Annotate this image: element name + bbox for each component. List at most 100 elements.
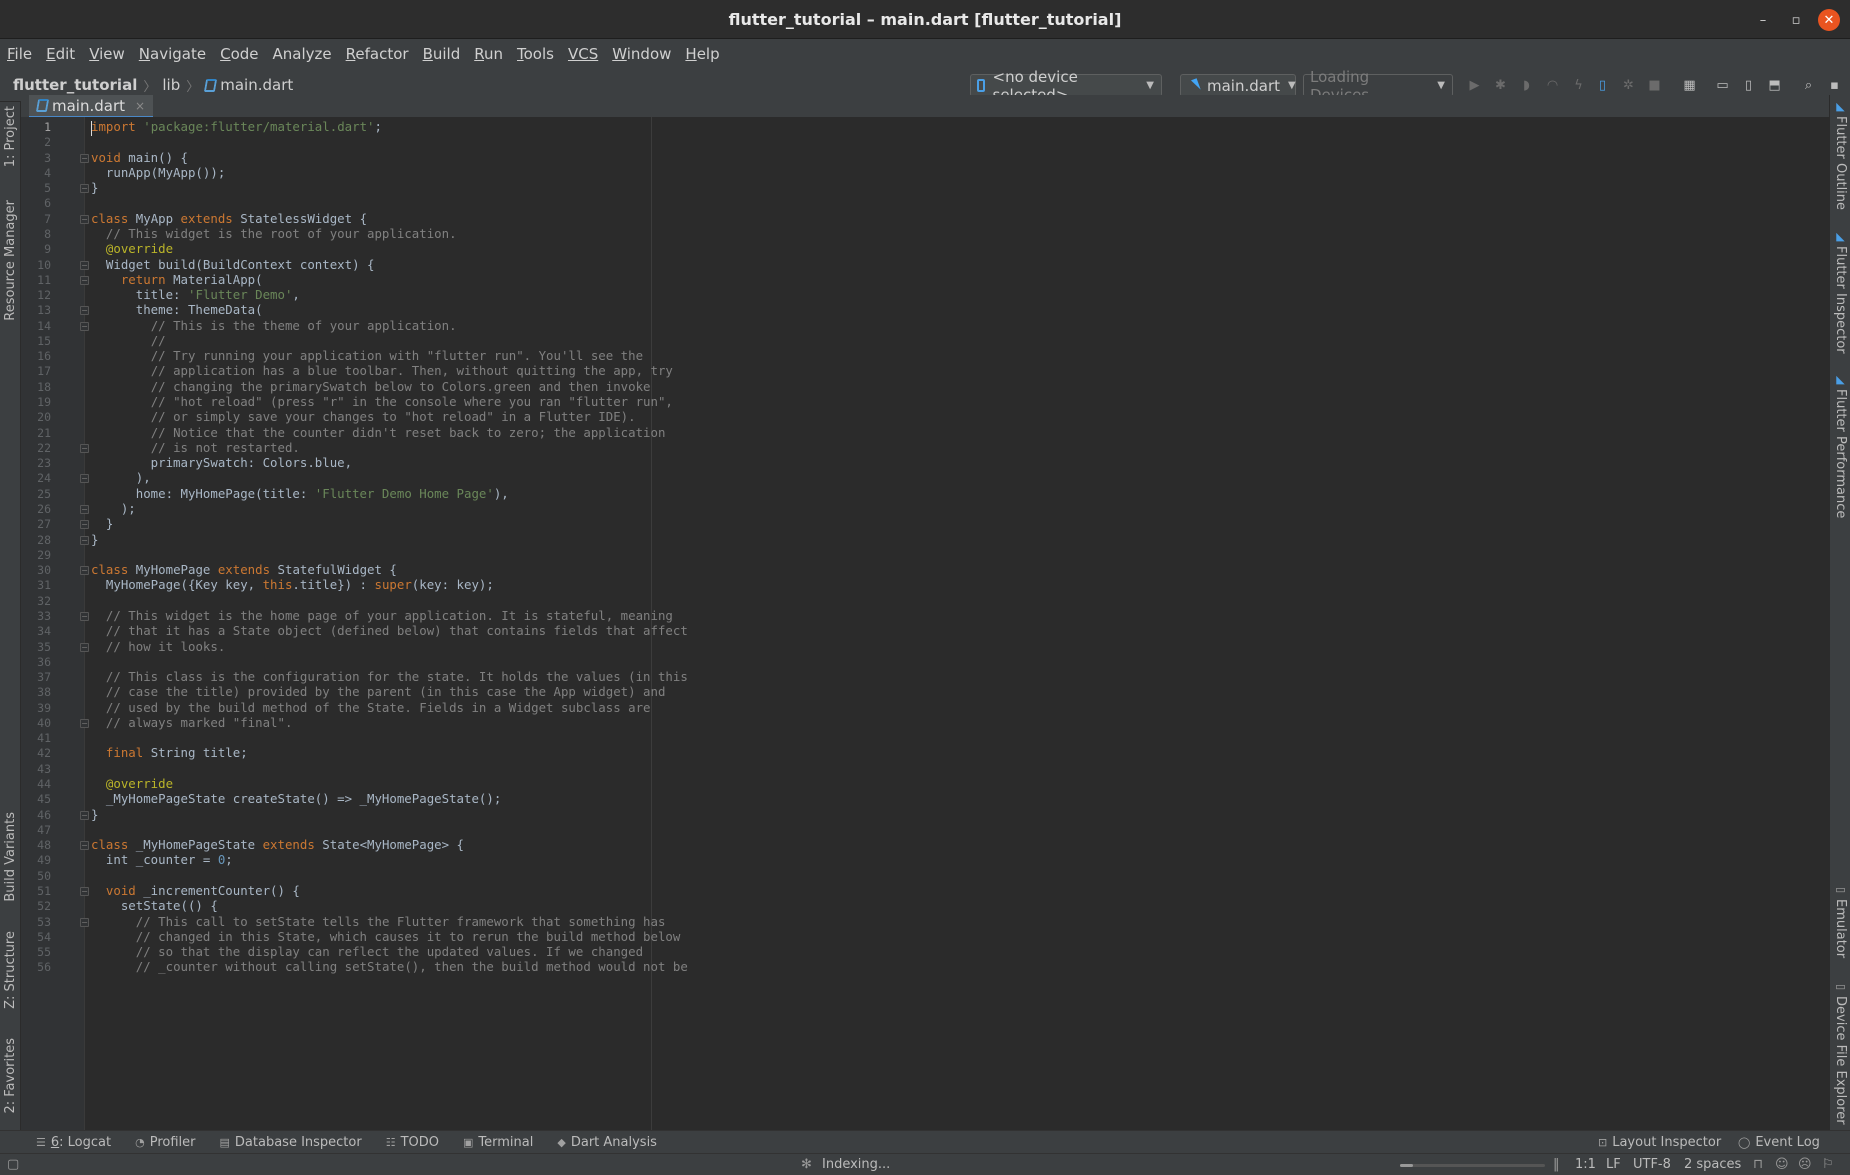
menu-analyze[interactable]: Analyze xyxy=(272,43,333,65)
tool-emulator[interactable]: ▭ Emulator xyxy=(1830,883,1850,958)
code-line[interactable]: } xyxy=(91,532,98,547)
fold-marker-icon[interactable]: − xyxy=(80,917,89,927)
tab-main-dart[interactable]: main.dart × xyxy=(29,95,154,119)
layout-icon[interactable]: ▪ xyxy=(1826,77,1843,94)
tool-databaseinspector[interactable]: ▤ Database Inspector xyxy=(220,1135,362,1150)
breadcrumb-file[interactable]: main.dart xyxy=(204,76,293,94)
code-line[interactable]: } xyxy=(91,180,98,195)
fold-marker-icon[interactable]: − xyxy=(80,810,89,820)
code-line[interactable]: class MyApp extends StatelessWidget { xyxy=(91,211,367,226)
breadcrumb-project[interactable]: flutter_tutorial xyxy=(13,76,137,94)
pause-icon[interactable]: ‖ xyxy=(1553,1157,1560,1172)
device-selector[interactable]: <no device selected> ▼ xyxy=(970,68,1162,104)
code-line[interactable]: import 'package:flutter/material.dart'; xyxy=(91,119,382,134)
fold-marker-icon[interactable]: − xyxy=(80,535,89,545)
code-line[interactable]: ); xyxy=(91,501,136,516)
tool-layout-inspector[interactable]: ⊡ Layout Inspector xyxy=(1598,1135,1721,1150)
avd-manager-icon[interactable]: ▯ xyxy=(1740,77,1757,94)
tool-device-file-explorer[interactable]: ▭ Device File Explorer xyxy=(1830,980,1850,1125)
line-separator[interactable]: LF xyxy=(1606,1157,1621,1172)
menu-refactor[interactable]: Refactor xyxy=(345,43,410,65)
tool-favorites[interactable]: 2: Favorites xyxy=(0,1026,21,1126)
tool-project[interactable]: 1: Project xyxy=(0,102,21,172)
code-line[interactable]: // that it has a State object (defined b… xyxy=(91,623,688,638)
frown-icon[interactable]: ☹ xyxy=(1798,1157,1812,1172)
code-line[interactable]: // or simply save your changes to "hot r… xyxy=(91,409,636,424)
caret-position[interactable]: 1:1 xyxy=(1575,1157,1596,1172)
code-line[interactable]: // This widget is the home page of your … xyxy=(91,608,673,623)
code-line[interactable]: Widget build(BuildContext context) { xyxy=(91,257,375,272)
indent-setting[interactable]: 2 spaces xyxy=(1684,1157,1741,1172)
menu-navigate[interactable]: Navigate xyxy=(138,43,207,65)
tool-flutter-inspector[interactable]: ◣ Flutter Inspector xyxy=(1830,230,1850,354)
code-line[interactable]: primarySwatch: Colors.blue, xyxy=(91,455,352,470)
code-line[interactable]: @override xyxy=(91,776,173,791)
sync-icon[interactable]: ▭ xyxy=(1714,77,1731,94)
code-line[interactable]: // This class is the configuration for t… xyxy=(91,669,688,684)
menu-edit[interactable]: Edit xyxy=(45,43,76,65)
tool-flutter-performance[interactable]: ◣ Flutter Performance xyxy=(1830,373,1850,518)
smiley-icon[interactable]: ☺ xyxy=(1775,1157,1789,1172)
code-line[interactable]: _MyHomePageState createState() => _MyHom… xyxy=(91,791,501,806)
tool-build-variants[interactable]: Build Variants xyxy=(0,802,21,912)
maximize-button[interactable]: ▫ xyxy=(1785,9,1807,31)
code-line[interactable]: MyHomePage({Key key, this.title}) : supe… xyxy=(91,577,494,592)
code-line[interactable]: // application has a blue toolbar. Then,… xyxy=(91,363,673,378)
code-line[interactable]: void _incrementCounter() { xyxy=(91,883,300,898)
hot-reload-icon[interactable]: ϟ xyxy=(1570,77,1587,94)
fold-marker-icon[interactable]: − xyxy=(80,718,89,728)
breadcrumb-folder[interactable]: lib xyxy=(162,76,180,94)
menu-help[interactable]: Help xyxy=(684,43,720,65)
menu-tools[interactable]: Tools xyxy=(516,43,555,65)
fold-marker-icon[interactable]: − xyxy=(80,611,89,621)
sdk-manager-icon[interactable]: ⬒ xyxy=(1766,77,1783,94)
notifications-icon[interactable]: ⚐ xyxy=(1822,1157,1834,1172)
code-line[interactable]: // Try running your application with "fl… xyxy=(91,348,643,363)
fold-marker-icon[interactable]: − xyxy=(80,214,89,224)
fold-marker-icon[interactable]: − xyxy=(80,566,89,576)
tool-dartanalysis[interactable]: ◆ Dart Analysis xyxy=(557,1135,657,1150)
apply-changes-icon[interactable]: ▯ xyxy=(1594,77,1611,94)
menu-window[interactable]: Window xyxy=(611,43,672,65)
code-line[interactable]: // case the title) provided by the paren… xyxy=(91,684,666,699)
toggle-tool-windows-icon[interactable]: ▢ xyxy=(7,1157,19,1172)
code-line[interactable]: void main() { xyxy=(91,150,188,165)
code-line[interactable]: // _counter without calling setState(), … xyxy=(91,959,688,974)
code-line[interactable]: ), xyxy=(91,470,151,485)
indexing-status[interactable]: Indexing... xyxy=(822,1157,890,1172)
code-editor[interactable]: 1 2 3 4 5 6 7 8 9 10 11 12 13 14 15 16 17 18 19 20 21 22 23 24 2… xyxy=(21,117,1829,1130)
minimize-button[interactable]: – xyxy=(1752,9,1774,31)
run-config-selector[interactable]: main.dart ▼ xyxy=(1180,74,1296,97)
code-line[interactable]: int _counter = 0; xyxy=(91,852,233,867)
fold-marker-icon[interactable]: − xyxy=(80,520,89,530)
attach-debugger-icon[interactable]: ✲ xyxy=(1620,77,1637,94)
coverage-icon[interactable]: ◗ xyxy=(1518,77,1535,94)
code-line[interactable]: // always marked "final". xyxy=(91,715,293,730)
menu-build[interactable]: Build xyxy=(422,43,462,65)
line-number-gutter[interactable]: 1 2 3 4 5 6 7 8 9 10 11 12 13 14 15 16 17 18 19 20 21 22 23 24 2… xyxy=(21,117,85,1130)
editor-scrollbar[interactable] xyxy=(1811,117,1827,1130)
menu-run[interactable]: Run xyxy=(473,43,504,65)
code-line[interactable]: // This widget is the root of your appli… xyxy=(91,226,457,241)
code-line[interactable]: } xyxy=(91,516,113,531)
close-tab-icon[interactable]: × xyxy=(135,99,145,113)
fold-marker-icon[interactable]: − xyxy=(80,306,89,316)
fold-marker-icon[interactable]: − xyxy=(80,642,89,652)
lock-icon[interactable]: ⊓ xyxy=(1753,1157,1763,1172)
fold-marker-icon[interactable]: − xyxy=(80,184,89,194)
tool-terminal[interactable]: ▣ Terminal xyxy=(463,1135,533,1150)
file-encoding[interactable]: UTF-8 xyxy=(1633,1157,1671,1172)
fold-marker-icon[interactable]: − xyxy=(80,887,89,896)
code-line[interactable]: } xyxy=(91,807,98,822)
tool-flutter-outline[interactable]: ◣ Flutter Outline xyxy=(1830,100,1850,210)
code-line[interactable]: // how it looks. xyxy=(91,639,225,654)
code-line[interactable]: @override xyxy=(91,241,173,256)
tool-profiler[interactable]: ◔ Profiler xyxy=(135,1135,195,1150)
code-line[interactable]: return MaterialApp( xyxy=(91,272,263,287)
project-structure-icon[interactable]: ▦ xyxy=(1681,77,1698,94)
fold-marker-icon[interactable]: − xyxy=(80,841,89,851)
code-line[interactable]: // changed in this State, which causes i… xyxy=(91,929,681,944)
code-line[interactable]: // Notice that the counter didn't reset … xyxy=(91,425,666,440)
close-button[interactable]: ✕ xyxy=(1818,9,1840,31)
fold-marker-icon[interactable]: − xyxy=(80,321,89,331)
